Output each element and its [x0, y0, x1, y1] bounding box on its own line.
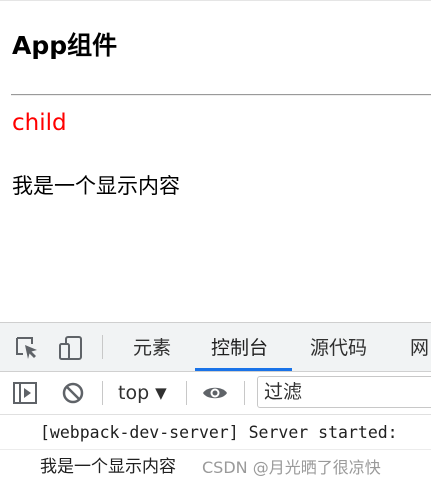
- tabbar-separator: [102, 335, 103, 359]
- sidebar-toggle-icon[interactable]: [12, 380, 38, 406]
- console-toolbar: top ▼: [0, 372, 431, 415]
- clear-console-icon[interactable]: [60, 380, 86, 406]
- divider: [11, 94, 431, 96]
- child-label: child: [12, 110, 67, 136]
- console-message: 我是一个显示内容: [40, 457, 176, 477]
- filter-input[interactable]: [257, 376, 431, 408]
- toolbar-separator: [186, 381, 187, 405]
- devtools-tabbar: 元素 控制台 源代码 网: [0, 323, 431, 372]
- device-toolbar-icon[interactable]: [58, 335, 84, 361]
- console-row-divider: [0, 449, 431, 450]
- caret-down-icon: ▼: [155, 384, 167, 402]
- devtools-panel: 元素 控制台 源代码 网 top ▼ 过滤 [webpack-dev-serve…: [0, 322, 431, 486]
- toolbar-separator: [102, 381, 103, 405]
- toolbar-separator: [244, 381, 245, 405]
- inspect-element-icon[interactable]: [14, 335, 40, 361]
- tab-network[interactable]: 网: [410, 337, 429, 359]
- content-text: 我是一个显示内容: [12, 174, 180, 198]
- top-border: [0, 0, 431, 1]
- watermark: CSDN @月光晒了很凉快: [202, 457, 381, 479]
- eye-icon[interactable]: [202, 380, 228, 406]
- tab-console[interactable]: 控制台: [211, 337, 268, 359]
- context-selector[interactable]: top ▼: [118, 380, 167, 406]
- tab-sources[interactable]: 源代码: [310, 337, 367, 359]
- console-message: [webpack-dev-server] Server started:: [40, 423, 398, 442]
- page: App组件 child 我是一个显示内容 元素 控制台 源代码 网 top ▼ …: [0, 0, 431, 486]
- active-tab-indicator: [195, 368, 292, 371]
- context-selector-value: top: [118, 382, 150, 404]
- app-title: App组件: [12, 31, 118, 60]
- tab-elements[interactable]: 元素: [133, 337, 171, 359]
